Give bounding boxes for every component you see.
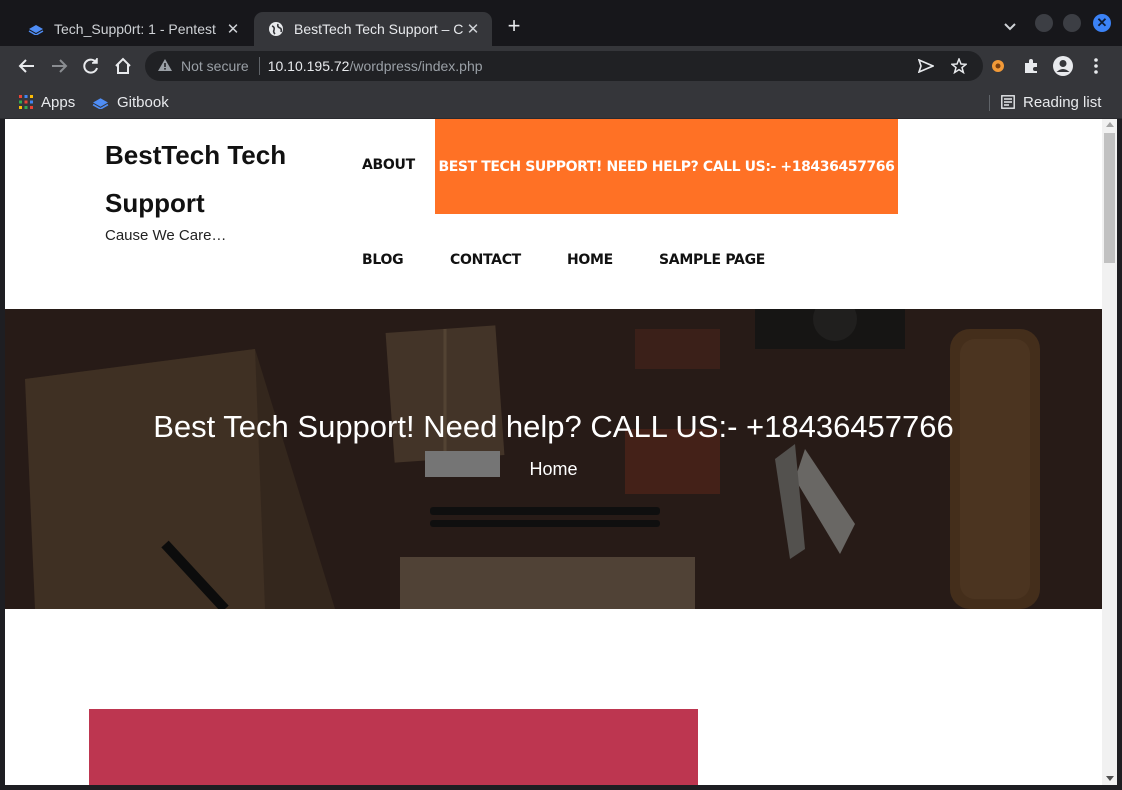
page-viewport: BestTech Tech Support Cause We Care… ABO… (5, 119, 1102, 785)
security-indicator[interactable]: Not secure (145, 58, 249, 75)
more-menu-icon[interactable] (1084, 54, 1108, 78)
apps-grid-icon (19, 95, 33, 109)
breadcrumb-home[interactable]: Home (5, 459, 1102, 480)
warning-icon (157, 58, 173, 75)
minimize-button[interactable] (1035, 14, 1053, 32)
bookmark-gitbook[interactable]: Gitbook (92, 92, 169, 112)
gitbook-icon (92, 96, 109, 109)
extension-icon[interactable] (986, 54, 1010, 78)
new-tab-button[interactable]: + (503, 15, 525, 38)
forward-arrow-icon[interactable] (47, 54, 71, 78)
close-icon[interactable]: ✕ (464, 20, 482, 38)
site-tagline: Cause We Care… (105, 227, 227, 244)
hero-title: Best Tech Support! Need help? CALL US:- … (153, 409, 954, 444)
window-frame-right (1117, 119, 1122, 790)
reload-icon[interactable] (79, 54, 103, 78)
home-icon[interactable] (111, 54, 135, 78)
bookmark-apps[interactable]: Apps (19, 92, 75, 112)
chevron-down-icon[interactable] (1004, 20, 1020, 36)
site-title[interactable]: BestTech Tech Support (105, 131, 325, 227)
bookmark-separator (989, 95, 990, 111)
scrollbar-thumb[interactable] (1104, 133, 1115, 263)
hero-banner: Best Tech Support! Need help? CALL US:- … (5, 309, 1102, 609)
nav-about[interactable]: ABOUT (362, 157, 415, 173)
reading-list-button[interactable]: Reading list (1001, 92, 1101, 112)
tab-tech-support-pentest[interactable]: Tech_Supp0rt: 1 - Pentest ✕ (14, 12, 252, 46)
nav-home[interactable]: HOME (567, 252, 613, 268)
bookmark-label: Gitbook (117, 93, 169, 111)
tab-title: Tech_Supp0rt: 1 - Pentest (54, 21, 216, 37)
close-icon[interactable]: ✕ (224, 20, 242, 38)
tab-title: BestTech Tech Support – C (294, 21, 464, 37)
tab-besttech[interactable]: BestTech Tech Support – C ✕ (254, 12, 492, 46)
window-frame-bottom (0, 785, 1122, 790)
maximize-button[interactable] (1063, 14, 1081, 32)
nav-sample-page[interactable]: SAMPLE PAGE (659, 252, 765, 268)
bookmarks-bar: Apps Gitbook Reading list (0, 86, 1122, 119)
url-path: /wordpress/index.php (349, 58, 483, 74)
bookmark-label: Apps (41, 93, 76, 111)
nav-blog[interactable]: BLOG (362, 252, 404, 268)
tab-strip: Tech_Supp0rt: 1 - Pentest ✕ BestTech Tec… (0, 0, 1122, 46)
globe-icon (268, 21, 284, 37)
cta-call-banner[interactable]: BEST TECH SUPPORT! NEED HELP? CALL US:- … (435, 119, 898, 214)
reading-list-icon (1001, 95, 1015, 109)
url-host: 10.10.195.72 (267, 58, 350, 74)
omnibox-divider (258, 57, 260, 75)
window-close-button[interactable]: ✕ (1093, 14, 1111, 32)
scroll-down-arrow-icon[interactable] (1106, 776, 1114, 781)
not-secure-label: Not secure (181, 58, 249, 74)
nav-contact[interactable]: CONTACT (450, 252, 521, 268)
send-icon[interactable] (917, 57, 935, 75)
address-bar[interactable]: Not secure 10.10.195.72/wordpress/index.… (145, 51, 983, 81)
puzzle-icon[interactable] (1019, 54, 1043, 78)
profile-avatar-icon[interactable] (1051, 54, 1075, 78)
reading-list-label: Reading list (1023, 93, 1102, 111)
star-icon[interactable] (950, 57, 968, 75)
scroll-up-arrow-icon[interactable] (1106, 122, 1114, 127)
page-scrollbar[interactable] (1102, 119, 1117, 785)
back-arrow-icon[interactable] (15, 54, 39, 78)
browser-toolbar: Not secure 10.10.195.72/wordpress/index.… (0, 46, 1122, 86)
gitbook-icon (28, 21, 44, 37)
featured-post-card[interactable] (89, 709, 698, 785)
